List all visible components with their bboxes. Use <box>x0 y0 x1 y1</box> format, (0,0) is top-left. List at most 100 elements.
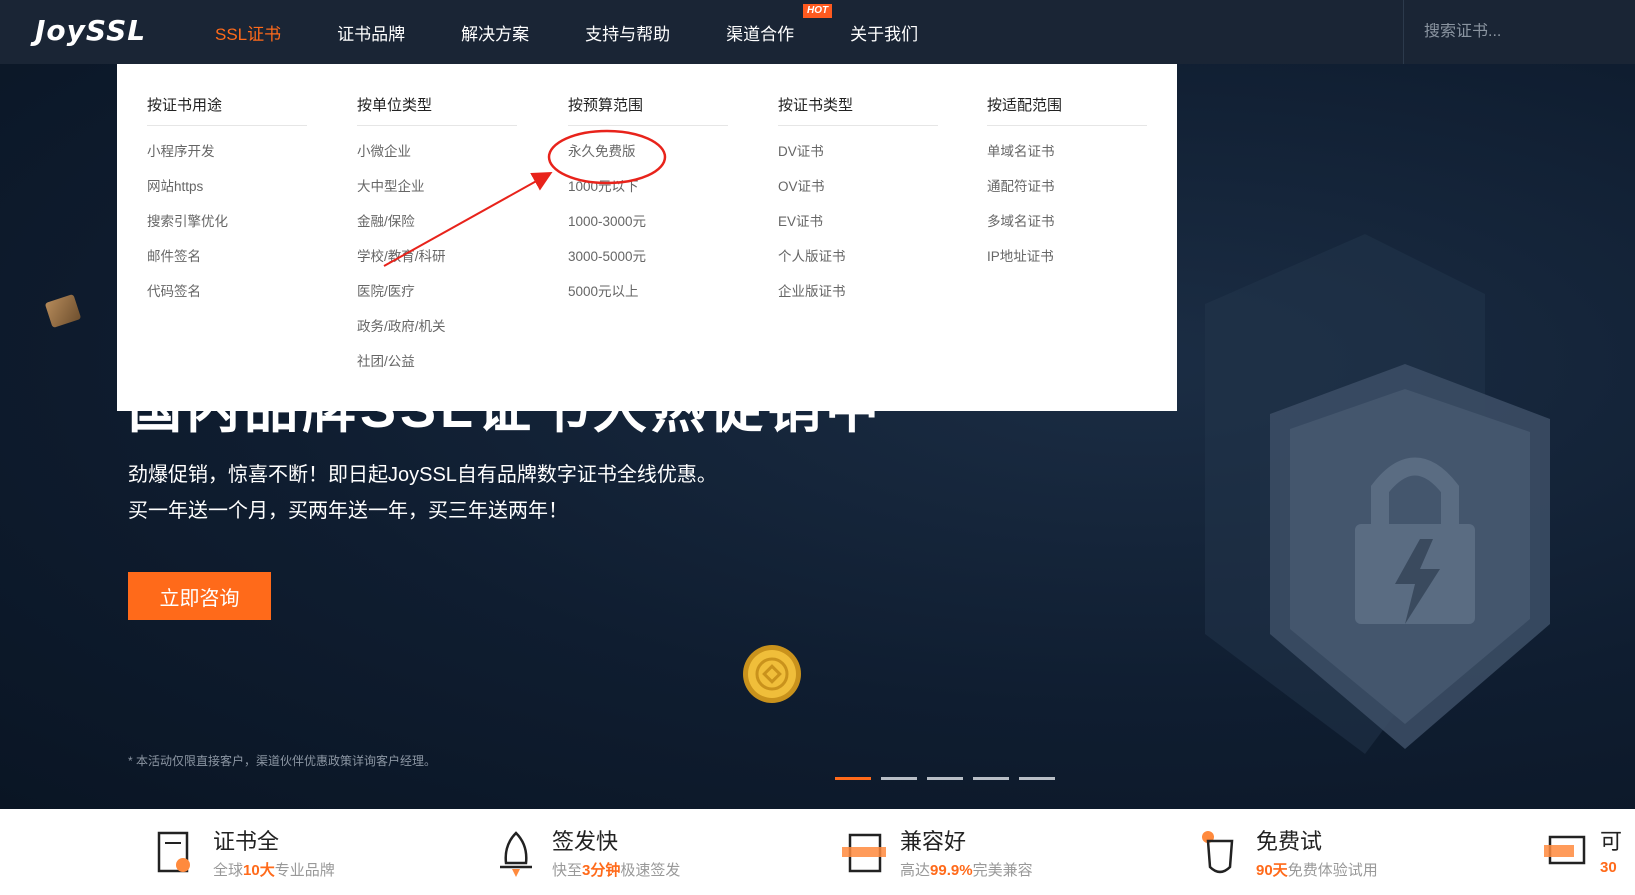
feature-subtitle: 全球10大专业品牌 <box>213 859 335 880</box>
hero-desc-line-2: 买一年送一个月，买两年送一年，买三年送两年！ <box>128 500 568 522</box>
top-header: JoySSL SSL证书 证书品牌 解决方案 支持与帮助 渠道合作 HOT 关于… <box>0 0 1635 64</box>
menu-link[interactable]: 小微企业 <box>357 142 517 177</box>
menu-link[interactable]: OV证书 <box>778 177 938 212</box>
rocket-icon <box>500 831 532 877</box>
feature-subtitle: 30 <box>1600 859 1622 876</box>
menu-heading: 按适配范围 <box>987 94 1147 126</box>
feature-sub-suffix: 免费体验试用 <box>1287 862 1378 879</box>
menu-link[interactable]: 社团/公益 <box>357 352 517 387</box>
menu-link[interactable]: 通配符证书 <box>987 177 1147 212</box>
feature-item: 兼容好 高达99.9%完美兼容 <box>842 829 1033 880</box>
hero-description: 劲爆促销，惊喜不断！即日起JoySSL自有品牌数字证书全线优惠。 买一年送一个月… <box>128 457 717 529</box>
feature-subtitle: 高达99.9%完美兼容 <box>900 859 1033 880</box>
menu-link[interactable]: 网站https <box>147 177 307 212</box>
menu-link[interactable]: 政务/政府/机关 <box>357 317 517 352</box>
nav-support[interactable]: 支持与帮助 <box>585 20 670 45</box>
feature-text: 可 30 <box>1600 829 1622 876</box>
menu-link[interactable]: 1000元以下 <box>568 177 728 212</box>
feature-sub-highlight: 99.9% <box>930 862 973 879</box>
menu-link[interactable]: EV证书 <box>778 212 938 247</box>
menu-link-free-forever[interactable]: 永久免费版 <box>568 142 728 177</box>
menu-link[interactable]: 3000-5000元 <box>568 247 728 282</box>
feature-text: 证书全 全球10大专业品牌 <box>213 829 335 880</box>
menu-link[interactable]: 金融/保险 <box>357 212 517 247</box>
menu-link[interactable]: 大中型企业 <box>357 177 517 212</box>
decorative-cube <box>44 294 82 328</box>
hot-badge: HOT <box>803 3 833 18</box>
nav-partners-label: 渠道合作 <box>726 24 795 44</box>
ssl-mega-menu: 按证书用途 小程序开发 网站https 搜索引擎优化 邮件签名 代码签名 按单位… <box>117 64 1177 411</box>
menu-link[interactable]: DV证书 <box>778 142 938 177</box>
menu-column-budget: 按预算范围 永久免费版 1000元以下 1000-3000元 3000-5000… <box>568 94 728 317</box>
menu-link[interactable]: 医院/医疗 <box>357 282 517 317</box>
carousel-dot[interactable] <box>927 777 963 780</box>
feature-sub-suffix: 专业品牌 <box>274 862 335 879</box>
feature-text: 签发快 快至3分钟极速签发 <box>552 829 680 880</box>
feature-title: 免费试 <box>1256 829 1323 854</box>
carousel-dots <box>835 777 1065 780</box>
menu-heading: 按预算范围 <box>568 94 728 126</box>
feature-sub-prefix: 全球 <box>213 862 244 879</box>
feature-title: 签发快 <box>552 829 619 854</box>
menu-link[interactable]: 多域名证书 <box>987 212 1147 247</box>
feature-title: 可 <box>1600 829 1623 854</box>
menu-link[interactable]: 企业版证书 <box>778 282 938 317</box>
feature-text: 兼容好 高达99.9%完美兼容 <box>900 829 1033 880</box>
carousel-dot[interactable] <box>1019 777 1055 780</box>
site-logo[interactable]: JoySSL <box>35 14 146 47</box>
feature-subtitle: 快至3分钟极速签发 <box>552 859 680 880</box>
feature-text: 免费试 90天免费体验试用 <box>1256 829 1378 880</box>
menu-link[interactable]: 个人版证书 <box>778 247 938 282</box>
hero-desc-line-1: 劲爆促销，惊喜不断！即日起JoySSL自有品牌数字证书全线优惠。 <box>128 464 717 486</box>
feature-sub-prefix: 快至 <box>552 862 583 879</box>
feature-sub-highlight: 10大 <box>243 862 275 879</box>
menu-column-cert-type: 按证书类型 DV证书 OV证书 EV证书 个人版证书 企业版证书 <box>778 94 938 317</box>
coin-icon <box>743 645 801 703</box>
menu-link[interactable]: 搜索引擎优化 <box>147 212 307 247</box>
search-input[interactable] <box>1424 23 1614 41</box>
nav-solutions[interactable]: 解决方案 <box>461 20 529 45</box>
menu-link[interactable]: IP地址证书 <box>987 247 1147 282</box>
nav-ssl-certificates[interactable]: SSL证书 <box>215 20 281 45</box>
menu-link[interactable]: 小程序开发 <box>147 142 307 177</box>
feature-sub-highlight: 3分钟 <box>582 862 621 879</box>
feature-sub-highlight: 30 <box>1600 859 1617 876</box>
menu-heading: 按证书类型 <box>778 94 938 126</box>
menu-column-scope: 按适配范围 单域名证书 通配符证书 多域名证书 IP地址证书 <box>987 94 1147 282</box>
feature-sub-suffix: 极速签发 <box>620 862 681 879</box>
main-nav: SSL证书 证书品牌 解决方案 支持与帮助 渠道合作 HOT 关于我们 <box>215 0 974 64</box>
feature-title: 证书全 <box>213 829 280 854</box>
feature-item: 签发快 快至3分钟极速签发 <box>494 829 680 880</box>
menu-heading: 按证书用途 <box>147 94 307 126</box>
menu-heading: 按单位类型 <box>357 94 517 126</box>
feature-title: 兼容好 <box>900 829 967 854</box>
search-box <box>1403 0 1635 64</box>
carousel-dot[interactable] <box>881 777 917 780</box>
refund-icon <box>1544 835 1586 865</box>
features-strip: 证书全 全球10大专业品牌 签发快 快至3分钟极速签发 兼容好 高达99.9%完… <box>0 809 1635 895</box>
trial-cup-icon <box>1202 831 1234 874</box>
menu-link[interactable]: 1000-3000元 <box>568 212 728 247</box>
certificate-icon <box>157 831 190 873</box>
carousel-dot[interactable] <box>835 777 871 780</box>
menu-column-usage: 按证书用途 小程序开发 网站https 搜索引擎优化 邮件签名 代码签名 <box>147 94 307 317</box>
feature-sub-suffix: 完美兼容 <box>972 862 1033 879</box>
feature-item: 可 30 <box>1542 829 1622 879</box>
feature-item: 证书全 全球10大专业品牌 <box>155 829 335 880</box>
menu-link[interactable]: 学校/教育/科研 <box>357 247 517 282</box>
feature-sub-highlight: 90天 <box>1256 862 1288 879</box>
nav-about-us[interactable]: 关于我们 <box>850 20 918 45</box>
consult-now-button[interactable]: 立即咨询 <box>128 572 271 620</box>
compatibility-icon <box>842 833 886 873</box>
feature-subtitle: 90天免费体验试用 <box>1256 859 1378 880</box>
feature-item: 免费试 90天免费体验试用 <box>1198 829 1378 880</box>
menu-link[interactable]: 单域名证书 <box>987 142 1147 177</box>
carousel-dot[interactable] <box>973 777 1009 780</box>
nav-partners[interactable]: 渠道合作 HOT <box>726 3 833 45</box>
menu-column-org-type: 按单位类型 小微企业 大中型企业 金融/保险 学校/教育/科研 医院/医疗 政务… <box>357 94 517 387</box>
menu-link[interactable]: 代码签名 <box>147 282 307 317</box>
menu-link[interactable]: 5000元以上 <box>568 282 728 317</box>
promo-note: * 本活动仅限直接客户，渠道伙伴优惠政策详询客户经理。 <box>128 754 437 768</box>
menu-link[interactable]: 邮件签名 <box>147 247 307 282</box>
nav-certificate-brands[interactable]: 证书品牌 <box>337 20 405 45</box>
